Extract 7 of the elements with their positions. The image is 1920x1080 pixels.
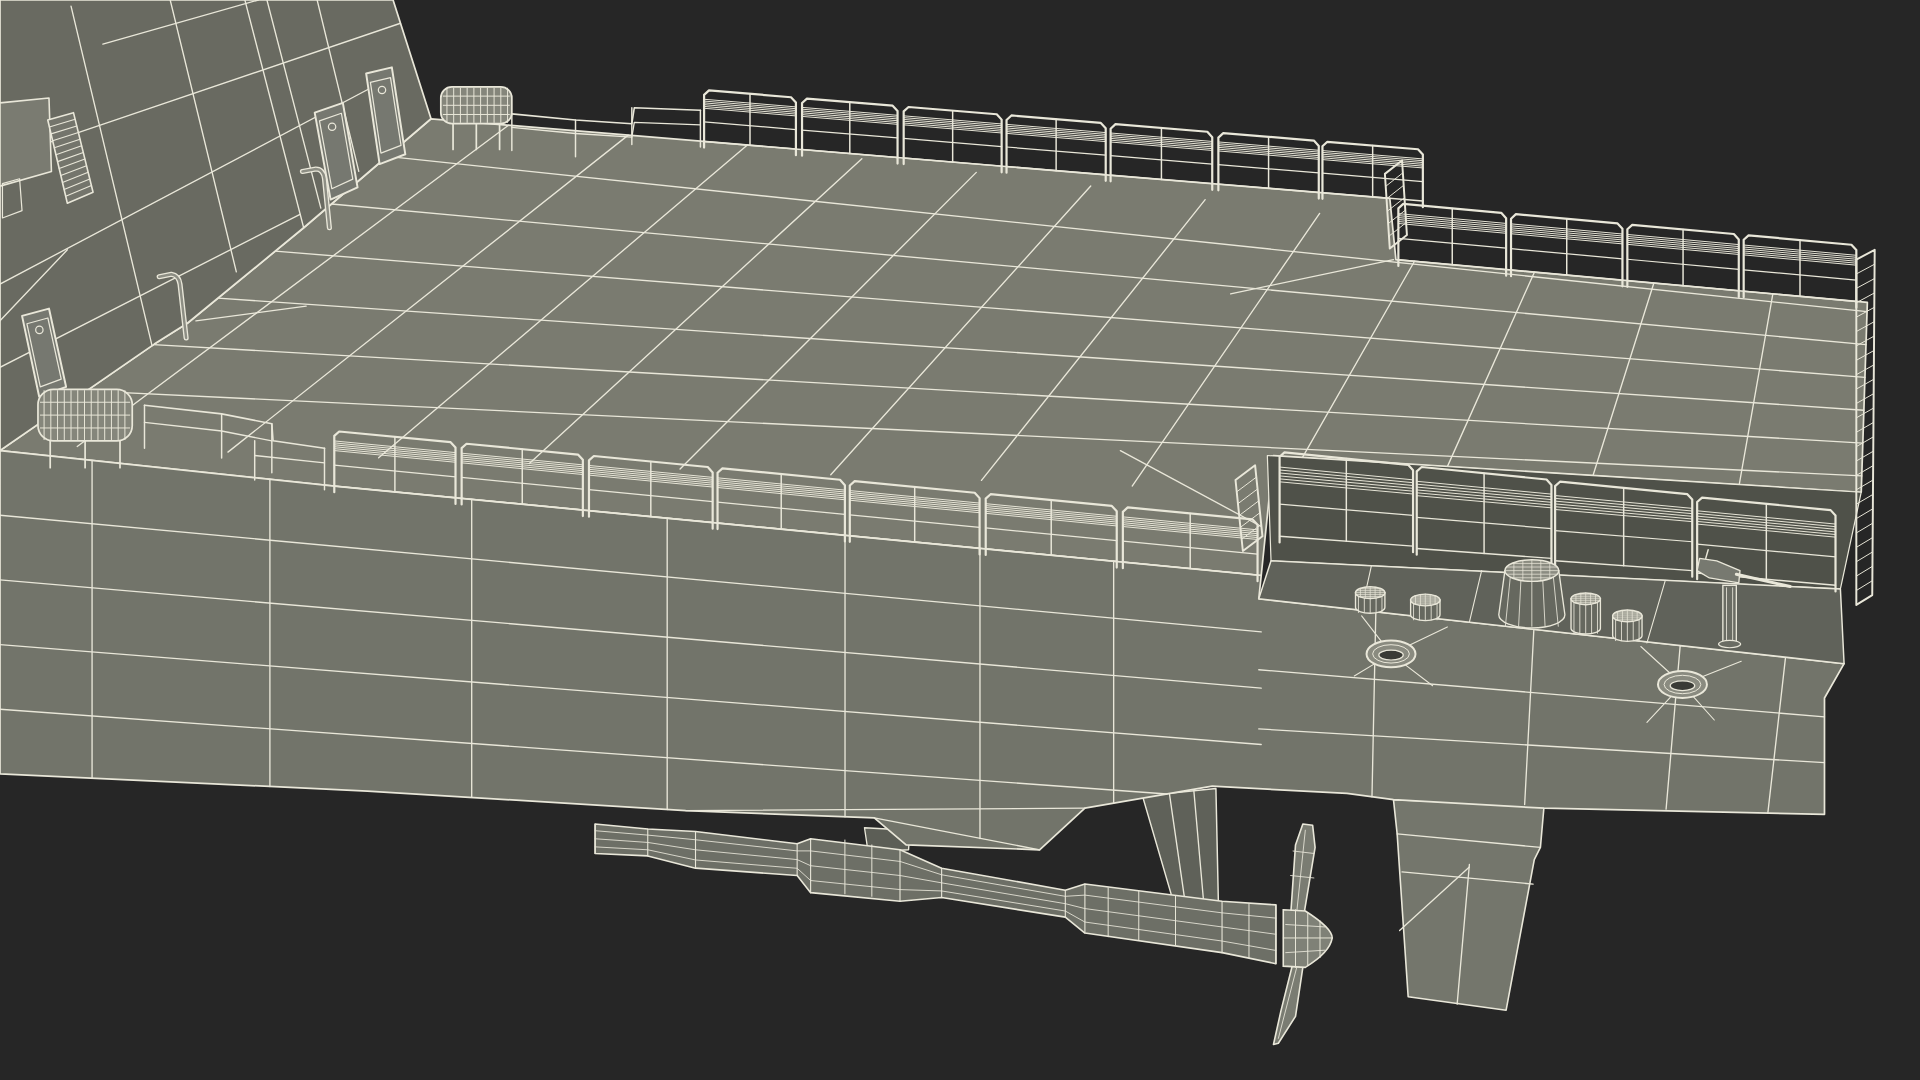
bollard (1409, 593, 1441, 622)
bollard (1611, 609, 1643, 643)
bollard (1570, 592, 1602, 635)
bollard (1354, 586, 1386, 614)
vent-pipe (299, 166, 332, 231)
vent-pipe (156, 271, 189, 341)
capstan (1498, 559, 1566, 629)
